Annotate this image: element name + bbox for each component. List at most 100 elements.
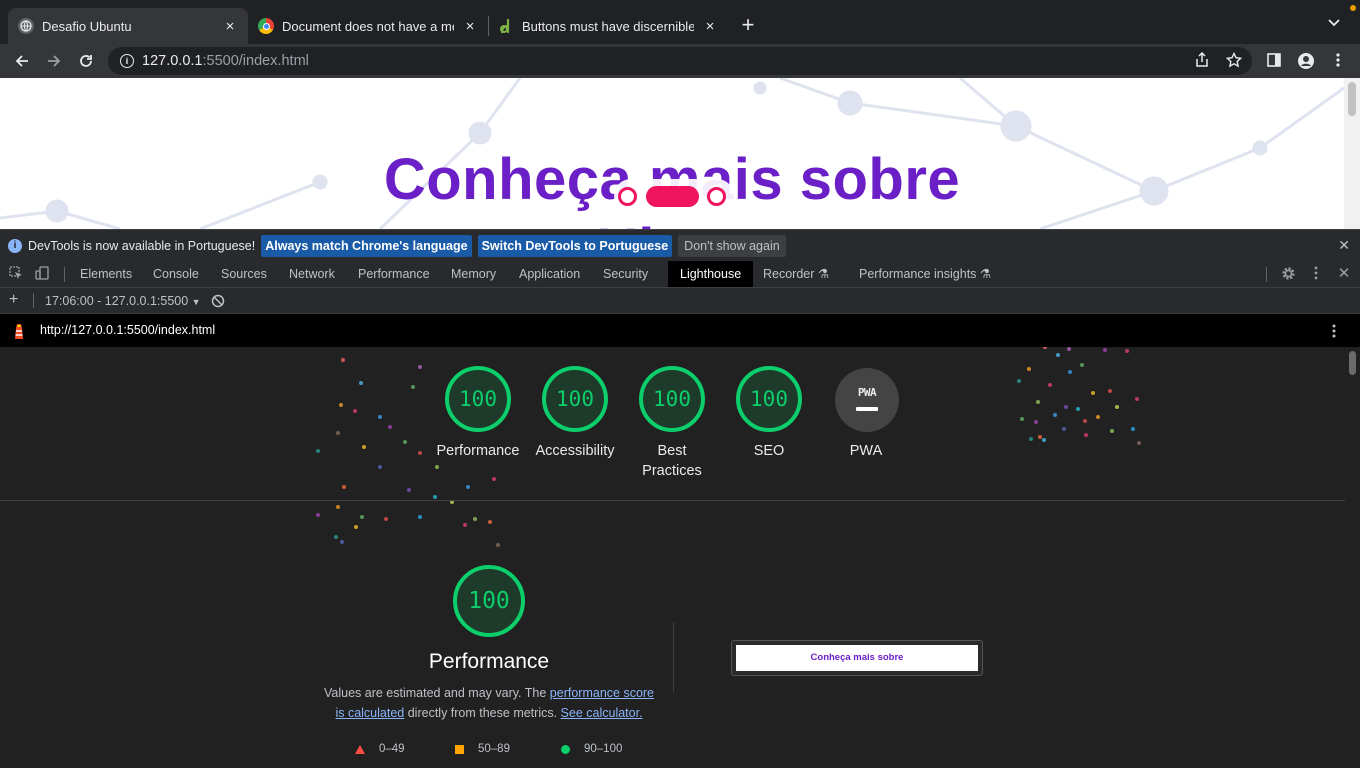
- pwa-dash-icon: [856, 406, 878, 411]
- see-calculator-link[interactable]: See calculator.: [561, 706, 643, 720]
- experiment-flask-icon: ⚗: [979, 267, 992, 281]
- loader-ring-left: [618, 187, 637, 206]
- tab-performance-insights[interactable]: Performance insights ⚗: [859, 261, 991, 287]
- page-viewport: Conheça mais sobre o Ubuntu: [0, 78, 1360, 229]
- lighthouse-report-url[interactable]: http://127.0.0.1:5500/index.html: [40, 323, 215, 337]
- tab-search-icon[interactable]: [1328, 14, 1340, 30]
- tab-memory[interactable]: Memory: [451, 261, 496, 287]
- update-dot-icon: [1350, 5, 1356, 11]
- bookmark-star-icon[interactable]: [1225, 51, 1243, 70]
- close-tab-icon[interactable]: ×: [462, 18, 478, 35]
- pwa-badge-icon: PWA: [857, 385, 877, 399]
- tab-security[interactable]: Security: [603, 261, 648, 287]
- page-scrollbar[interactable]: [1344, 78, 1360, 229]
- score-gauge-seo[interactable]: 100: [736, 366, 802, 432]
- score-gauge-performance[interactable]: 100: [445, 366, 511, 432]
- tab-buttons-discernible[interactable]: Buttons must have discernible ×: [488, 8, 728, 44]
- forward-icon[interactable]: [42, 49, 66, 73]
- score-label-pwa[interactable]: PWA: [806, 441, 926, 461]
- tab-performance-insights-label: Performance insights: [859, 267, 977, 281]
- address-path: :5500/index.html: [202, 53, 309, 69]
- tab-application[interactable]: Application: [519, 261, 580, 287]
- performance-description: Values are estimated and may vary. The p…: [320, 683, 658, 723]
- section-divider: [0, 500, 1345, 501]
- profile-avatar-icon[interactable]: [1297, 52, 1315, 70]
- always-match-language-button[interactable]: Always match Chrome's language: [261, 234, 472, 257]
- experiment-flask-icon: ⚗: [817, 267, 830, 281]
- reload-icon[interactable]: [74, 49, 98, 73]
- dropdown-caret-icon: ▼: [191, 297, 201, 307]
- lighthouse-report: 100 Performance 100 Accessibility 100 Be…: [0, 347, 1345, 768]
- tab-title: Desafio Ubuntu: [42, 18, 132, 34]
- report-select[interactable]: 17:06:00 - 127.0.0.1:5500 ▼: [45, 294, 201, 308]
- tab-elements[interactable]: Elements: [80, 261, 132, 287]
- fail-triangle-icon: [355, 744, 365, 754]
- chrome-menu-icon[interactable]: [1329, 52, 1347, 70]
- score-label-accessibility[interactable]: Accessibility: [515, 441, 635, 461]
- pass-circle-icon: [561, 744, 570, 754]
- final-screenshot-thumbnail[interactable]: Conheça mais sobre: [731, 640, 983, 676]
- toolbar-divider: [64, 267, 65, 282]
- deque-icon: [498, 18, 514, 34]
- address-host: 127.0.0.1: [142, 53, 203, 69]
- new-tab-button[interactable]: +: [736, 12, 760, 38]
- devtools-tabbar: Elements Console Sources Network Perform…: [0, 261, 1360, 288]
- legend-fail: 0–49: [355, 743, 405, 755]
- legend-pass: 90–100: [561, 743, 622, 755]
- browser-toolbar: i 127.0.0.1:5500/index.html: [0, 44, 1360, 78]
- site-info-icon[interactable]: i: [120, 54, 134, 68]
- toolbar-divider: [1266, 267, 1267, 282]
- devtools-language-infobar: i DevTools is now available in Portugues…: [0, 229, 1360, 261]
- new-report-plus-icon[interactable]: +: [9, 291, 18, 309]
- info-icon: i: [8, 238, 22, 253]
- tab-sources[interactable]: Sources: [221, 261, 267, 287]
- tab-document-meta[interactable]: Document does not have a meta ×: [248, 8, 488, 44]
- desc-text-1: Values are estimated and may vary. The: [323, 686, 550, 700]
- close-tab-icon[interactable]: ×: [702, 18, 718, 35]
- infobar-message: DevTools is now available in Portuguese!: [28, 238, 256, 253]
- tab-console[interactable]: Console: [153, 261, 199, 287]
- devtools-menu-icon[interactable]: [1308, 266, 1324, 282]
- inspect-element-icon[interactable]: [8, 266, 24, 282]
- device-toolbar-icon[interactable]: [34, 266, 50, 282]
- thumbnail-page-text: Conheça mais sobre: [736, 645, 978, 671]
- tab-network[interactable]: Network: [289, 261, 335, 287]
- desc-text-2: directly from these metrics.: [404, 706, 561, 720]
- loader-ring-right: [707, 187, 726, 206]
- legend-pass-label: 90–100: [584, 743, 623, 755]
- report-scrollbar-thumb[interactable]: [1349, 351, 1356, 375]
- tab-recorder[interactable]: Recorder ⚗: [763, 261, 829, 287]
- share-icon[interactable]: [1193, 51, 1211, 70]
- globe-icon: [18, 18, 34, 34]
- report-select-value: 17:06:00 - 127.0.0.1:5500: [45, 294, 189, 308]
- tab-strip: Desafio Ubuntu × Document does not have …: [0, 0, 1360, 44]
- score-gauge-best-practices[interactable]: 100: [639, 366, 705, 432]
- vertical-divider: [673, 622, 674, 692]
- tab-desafio-ubuntu[interactable]: Desafio Ubuntu ×: [8, 8, 248, 44]
- report-scrollbar[interactable]: [1345, 347, 1360, 768]
- page-scrollbar-thumb[interactable]: [1348, 82, 1356, 116]
- clear-reports-icon[interactable]: [211, 294, 225, 311]
- tab-recorder-label: Recorder: [763, 267, 815, 281]
- close-devtools-icon[interactable]: ✕: [1336, 266, 1352, 282]
- switch-to-portuguese-button[interactable]: Switch DevTools to Portuguese: [477, 234, 673, 257]
- chrome-icon: [258, 18, 274, 34]
- average-square-icon: [455, 744, 464, 754]
- score-gauge-pwa[interactable]: PWA: [835, 368, 899, 432]
- close-infobar-icon[interactable]: ✕: [1338, 237, 1350, 254]
- performance-section-title: Performance: [428, 650, 550, 673]
- score-gauge-accessibility[interactable]: 100: [542, 366, 608, 432]
- loading-indicator: [614, 179, 734, 213]
- tab-lighthouse[interactable]: Lighthouse: [668, 261, 754, 287]
- report-menu-icon[interactable]: [1332, 323, 1336, 342]
- tab-performance[interactable]: Performance: [358, 261, 430, 287]
- close-tab-icon[interactable]: ×: [222, 18, 238, 35]
- toolbar-divider: [33, 293, 34, 308]
- score-label-best-practices[interactable]: Best Practices: [632, 441, 712, 481]
- side-panel-icon[interactable]: [1265, 52, 1283, 70]
- lighthouse-url-bar: http://127.0.0.1:5500/index.html: [0, 314, 1360, 347]
- back-icon[interactable]: [10, 49, 34, 73]
- settings-gear-icon[interactable]: [1280, 266, 1296, 282]
- address-bar[interactable]: i 127.0.0.1:5500/index.html: [108, 47, 1252, 75]
- dont-show-again-button[interactable]: Don't show again: [678, 234, 786, 257]
